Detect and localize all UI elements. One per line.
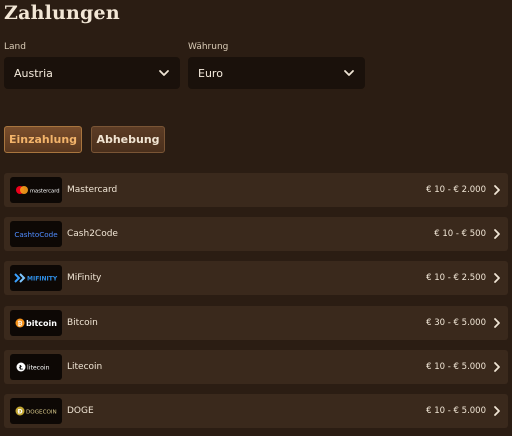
method-limit: € 10 - € 2.500 [426, 273, 486, 283]
chevron-down-icon [159, 70, 169, 76]
method-limit: € 30 - € 5.000 [426, 318, 486, 328]
country-select[interactable]: Austria [4, 57, 180, 89]
svg-text:₿: ₿ [18, 320, 23, 327]
currency-value: Euro [198, 66, 223, 80]
svg-text:mastercard: mastercard [30, 189, 60, 195]
chevron-down-icon [344, 70, 354, 76]
method-name: Bitcoin [67, 318, 98, 328]
country-label: Land [4, 42, 26, 52]
litecoin-logo: Ł litecoin [10, 354, 62, 380]
chevron-right-icon [494, 406, 500, 416]
method-limit: € 10 - € 5.000 [426, 362, 486, 372]
payment-method-row[interactable]: CashtoCode Cash2Code € 10 - € 500 [4, 217, 508, 251]
chevron-right-icon [494, 318, 500, 328]
method-name: Litecoin [67, 362, 103, 372]
tab-deposit[interactable]: Einzahlung [4, 126, 82, 153]
method-limit: € 10 - € 2.000 [426, 185, 486, 195]
svg-text:litecoin: litecoin [27, 365, 50, 372]
country-value: Austria [14, 66, 53, 80]
chevron-right-icon [494, 273, 500, 283]
method-name: MiFinity [67, 273, 102, 283]
chevron-right-icon [494, 185, 500, 195]
payment-method-row[interactable]: Ł litecoin Litecoin € 10 - € 5.000 [4, 350, 508, 384]
svg-text:MIFINITY: MIFINITY [27, 276, 58, 283]
svg-text:bitcoin: bitcoin [26, 319, 57, 328]
tab-withdrawal[interactable]: Abhebung [91, 126, 165, 153]
svg-text:CashtoCode: CashtoCode [14, 230, 58, 239]
page-title: Zahlungen [4, 2, 120, 24]
method-name: DOGE [67, 406, 94, 416]
chevron-right-icon [494, 229, 500, 239]
svg-text:Ł: Ł [18, 364, 23, 371]
svg-text:Ð: Ð [17, 408, 22, 415]
bitcoin-logo: ₿ bitcoin [10, 310, 62, 336]
chevron-right-icon [494, 362, 500, 372]
svg-text:DOGECOIN: DOGECOIN [26, 410, 57, 416]
payment-method-row[interactable]: mastercard Mastercard € 10 - € 2.000 [4, 173, 508, 207]
payment-method-row[interactable]: ₿ bitcoin Bitcoin € 30 - € 5.000 [4, 306, 508, 340]
currency-label: Währung [188, 42, 229, 52]
method-name: Mastercard [67, 185, 118, 195]
method-limit: € 10 - € 500 [434, 229, 486, 239]
mastercard-logo: mastercard [10, 177, 62, 203]
method-limit: € 10 - € 5.000 [426, 406, 486, 416]
currency-select[interactable]: Euro [188, 57, 365, 89]
method-name: Cash2Code [67, 229, 118, 239]
payment-method-row[interactable]: MIFINITY MiFinity € 10 - € 2.500 [4, 261, 508, 295]
dogecoin-logo: Ð DOGECOIN [10, 398, 62, 424]
payment-method-row[interactable]: Ð DOGECOIN DOGE € 10 - € 5.000 [4, 394, 508, 428]
cashtocode-logo: CashtoCode [10, 221, 62, 247]
mifinity-logo: MIFINITY [10, 265, 62, 291]
